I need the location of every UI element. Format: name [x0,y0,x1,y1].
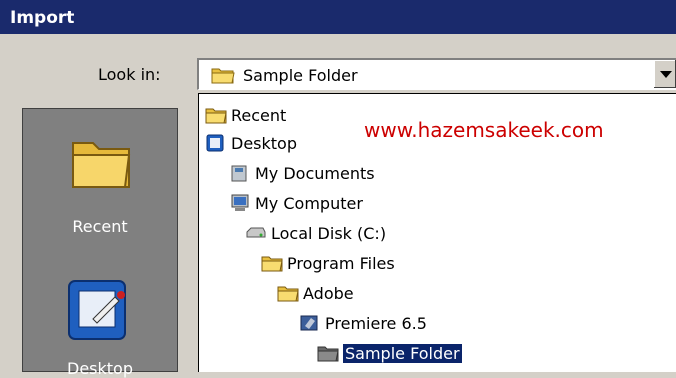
disk-icon [245,224,267,242]
folder-open-icon [211,66,235,88]
places-bar: Recent Desktop [22,108,178,378]
place-label: Recent [72,217,128,236]
documents-icon [229,164,251,182]
title-bar[interactable]: Import [0,0,676,34]
computer-icon [229,194,251,212]
list-item-recent[interactable]: Recent [205,104,286,126]
place-desktop[interactable]: Desktop [23,275,177,378]
look-in-label: Look in: [98,65,161,84]
list-item-my-computer[interactable]: My Computer [229,192,363,214]
look-in-dropdown-button[interactable] [653,60,676,88]
folder-icon [261,254,283,272]
place-recent[interactable]: Recent [23,135,177,245]
desktop-icon [63,275,137,349]
list-item-local-disk[interactable]: Local Disk (C:) [245,222,386,244]
look-in-combobox[interactable]: Sample Folder [197,58,676,90]
window-title: Import [10,8,75,28]
list-item-premiere[interactable]: Premiere 6.5 [299,312,427,334]
folder-open-icon [317,344,339,362]
list-item-sample-folder[interactable]: Sample Folder [317,342,463,364]
list-item-adobe[interactable]: Adobe [277,282,354,304]
folder-icon [69,135,133,195]
list-item-program-files[interactable]: Program Files [261,252,395,274]
list-item-desktop[interactable]: Desktop [205,132,297,154]
premiere-icon [299,314,321,332]
folder-icon [205,106,227,124]
watermark-text: www.hazemsakeek.com [364,118,604,142]
list-item-my-documents[interactable]: My Documents [229,162,375,184]
chevron-down-icon [660,71,672,78]
desktop-icon [205,134,227,152]
place-label: Desktop [67,359,133,378]
folder-icon [277,284,299,302]
look-in-value: Sample Folder [243,66,358,85]
